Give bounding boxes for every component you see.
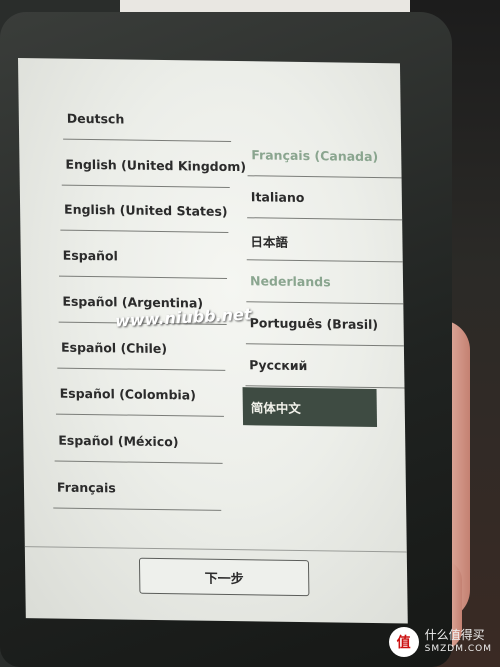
language-option-english-us[interactable]: English (United States) xyxy=(64,202,228,219)
brand-name: 什么值得买 xyxy=(424,628,485,642)
language-option-deutsch[interactable]: Deutsch xyxy=(67,111,125,127)
footer-divider xyxy=(24,546,407,553)
language-option-english-uk[interactable]: English (United Kingdom) xyxy=(65,157,246,175)
language-option-russian[interactable]: Русский xyxy=(249,357,307,373)
language-option-japanese[interactable]: 日本語 xyxy=(250,231,288,251)
language-option-espanol-chile[interactable]: Español (Chile) xyxy=(61,340,167,356)
language-option-espanol-colombia[interactable]: Español (Colombia) xyxy=(60,386,196,403)
language-option-francais[interactable]: Français xyxy=(57,480,116,496)
ereader-device: Deutsch English (United Kingdom) English… xyxy=(0,12,452,667)
next-button[interactable]: 下一步 xyxy=(138,557,310,597)
brand-text: 什么值得买 SMZDM.COM xyxy=(425,628,492,656)
brand-badge: 值 什么值得买 SMZDM.COM xyxy=(388,627,492,657)
language-select-screen: Deutsch English (United Kingdom) English… xyxy=(18,58,408,624)
language-option-portugues-brasil[interactable]: Português (Brasil) xyxy=(250,315,379,332)
language-option-simplified-chinese[interactable]: 简体中文 xyxy=(242,387,378,428)
language-option-francais-canada[interactable]: Français (Canada) xyxy=(251,147,378,164)
language-option-nederlands[interactable]: Nederlands xyxy=(250,273,331,289)
brand-logo-icon: 值 xyxy=(388,627,419,657)
language-option-espanol[interactable]: Español xyxy=(63,248,118,264)
brand-domain: SMZDM.COM xyxy=(424,644,492,654)
language-option-italiano[interactable]: Italiano xyxy=(251,189,305,205)
language-option-espanol-mexico[interactable]: Español (México) xyxy=(58,433,178,450)
